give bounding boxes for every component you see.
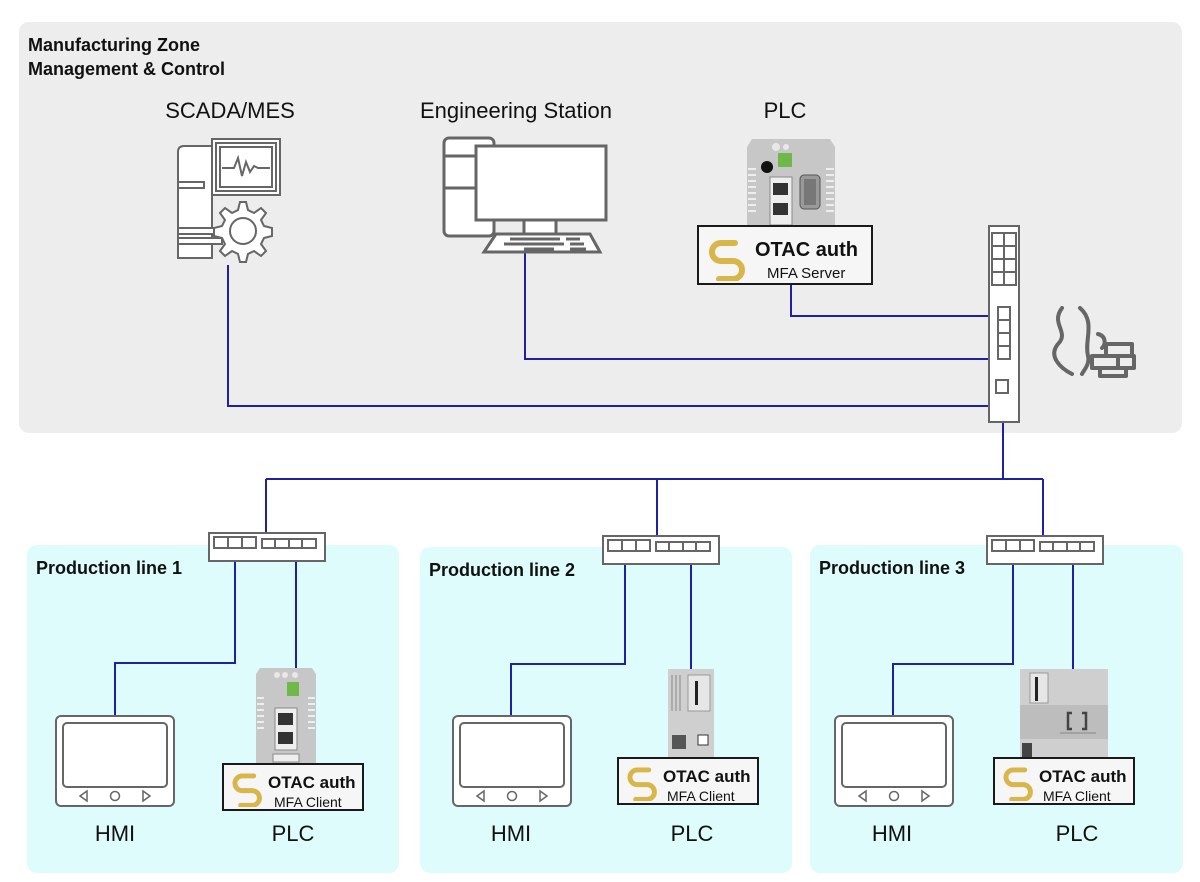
firewall-icon [1052,306,1136,378]
switch-line3-icon[interactable] [986,535,1104,565]
otac-brand: OTAC auth [268,773,356,792]
plc-server-label: PLC [763,98,807,123]
otac-logo-icon [709,240,745,281]
switch-line1-icon[interactable] [208,532,326,562]
otac-client-line3-box[interactable]: OTAC auth MFA Client [993,757,1135,805]
otac-role-client: MFA Client [1043,788,1111,804]
wire-l2-hmi [510,563,626,715]
hmi-line1-icon[interactable] [55,715,175,807]
otac-role-client: MFA Client [274,794,342,810]
plc-line2-device-icon[interactable] [668,669,714,759]
firewall-switch-icon[interactable] [988,225,1020,423]
wire-l3-hmi [892,562,1014,716]
plc-line1-device-icon[interactable] [255,668,317,764]
production-line-2-title: Production line 2 [429,560,576,580]
hmi-line3-label: HMI [871,821,913,846]
otac-logo-icon [627,767,657,801]
switch-line2-icon[interactable] [602,535,720,565]
hmi-line1-label: HMI [94,821,136,846]
engineering-label: Engineering Station [419,98,613,123]
hmi-line2-icon[interactable] [452,715,572,807]
plc-line3-label: PLC [1055,821,1099,846]
wire-scada-firewall [227,265,990,407]
otac-logo-icon [1003,767,1033,801]
hmi-line3-icon[interactable] [834,715,954,807]
otac-brand: OTAC auth [663,767,751,786]
otac-brand: OTAC auth [1039,767,1127,786]
scada-mes-icon[interactable] [170,136,282,266]
scada-label: SCADA/MES [165,98,295,123]
otac-role-client: MFA Client [667,788,735,804]
engineering-station-icon[interactable] [440,134,610,258]
plc-line3-device-icon[interactable] [1020,669,1108,761]
wire-l1-hmi [114,561,236,716]
otac-role-server: MFA Server [767,265,846,282]
otac-client-line2-box[interactable]: OTAC auth MFA Client [617,757,759,805]
production-line-3-title: Production line 3 [819,558,966,578]
otac-server-box[interactable]: OTAC auth MFA Server [697,225,873,285]
production-line-1-title: Production line 1 [36,558,183,578]
hmi-line2-label: HMI [490,821,532,846]
plc-server-device-icon[interactable] [746,139,836,225]
otac-brand: OTAC auth [755,239,858,261]
plc-line2-label: PLC [670,821,714,846]
otac-client-line1-box[interactable]: OTAC auth MFA Client [222,763,364,811]
otac-logo-icon [232,773,262,807]
plc-line1-label: PLC [271,821,315,846]
wire-plc-firewall [790,285,990,317]
